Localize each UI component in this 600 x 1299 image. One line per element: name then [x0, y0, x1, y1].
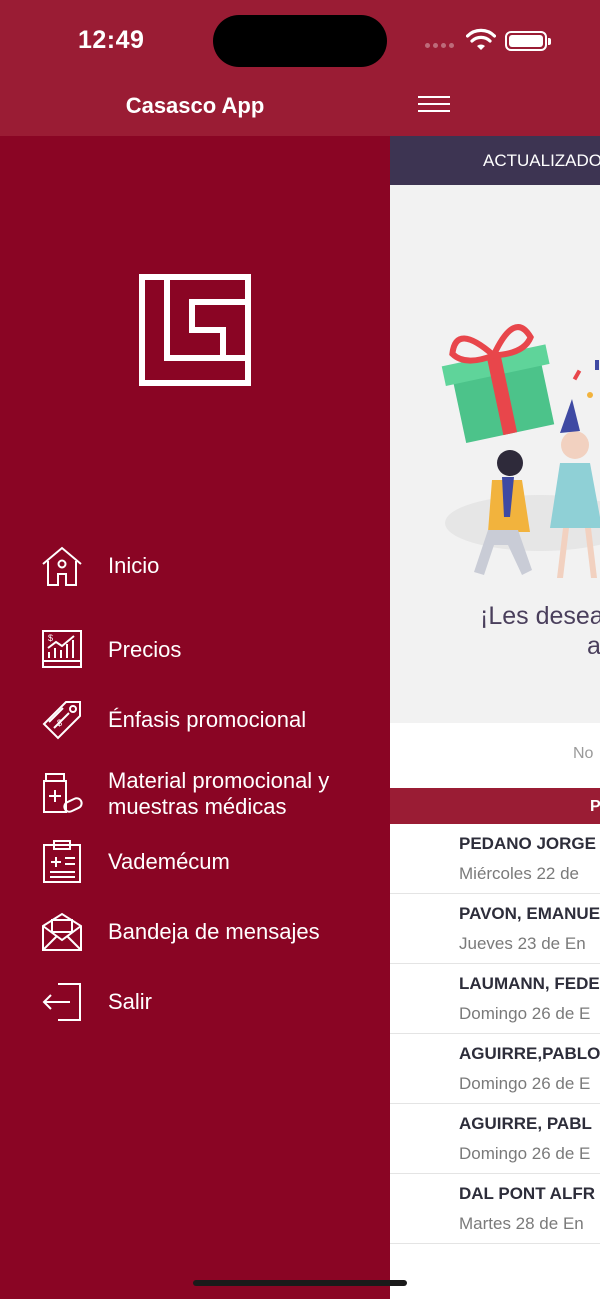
table-row[interactable]: LAUMANN, FEDE Domingo 26 de E [390, 964, 600, 1034]
drawer-item-precios[interactable]: $ Precios [40, 628, 380, 672]
birthdays-table-header: P [390, 788, 600, 824]
drawer-item-vademecum[interactable]: Vademécum [40, 840, 380, 884]
envelope-icon [42, 912, 82, 951]
drawer-item-label: Énfasis promocional [108, 707, 307, 732]
birthday-message-line2: a [587, 632, 600, 660]
drawer-item-inicio[interactable]: Inicio [40, 544, 380, 588]
birthday-message-line1: ¡Les desea [480, 602, 600, 630]
home-icon [42, 546, 82, 586]
price-chart-icon: $ [42, 630, 82, 668]
row-date: Domingo 26 de E [459, 1144, 591, 1163]
birthday-illustration [441, 324, 600, 578]
birthday-banner: ¡Les desea a [390, 185, 600, 723]
row-date: Jueves 23 de En [459, 934, 586, 953]
update-bar: ACTUALIZADO [390, 136, 600, 185]
hamburger-menu-icon[interactable] [418, 96, 450, 116]
row-name: AGUIRRE,PABLO [459, 1044, 600, 1063]
drawer-item-label: Precios [108, 637, 182, 662]
drawer-item-label: Salir [108, 989, 153, 1014]
navigation-drawer: Inicio $ Precios $ Énfasis promocional M… [0, 136, 390, 1299]
row-name: PEDANO JORGE [459, 834, 596, 853]
battery-icon [505, 31, 551, 51]
drawer-item-material-promocional[interactable]: Material promocional y muestras médicas [40, 768, 380, 820]
row-name: DAL PONT ALFR [459, 1184, 595, 1203]
birthday-note: No [573, 745, 594, 762]
svg-text:$: $ [48, 633, 53, 643]
status-time: 12:49 [78, 26, 145, 54]
row-name: LAUMANN, FEDE [459, 974, 600, 993]
table-row[interactable]: PAVON, EMANUE Jueves 23 de En [390, 894, 600, 964]
cellular-signal-icon [425, 43, 454, 48]
wifi-icon [466, 28, 496, 50]
drawer-item-salir[interactable]: Salir [40, 980, 380, 1024]
birthday-message: ¡Les desea a [480, 601, 600, 661]
status-bar: 12:49 [0, 0, 600, 82]
medicine-bottle-icon [43, 773, 83, 813]
drawer-item-enfasis-promocional[interactable]: $ Énfasis promocional [40, 698, 380, 742]
drawer-item-label: Material promocional y muestras médicas [108, 768, 330, 819]
row-name: PAVON, EMANUE [459, 904, 600, 923]
app-title: Casasco App [125, 93, 265, 118]
logout-icon [42, 983, 81, 1021]
drawer-item-label: Inicio [108, 553, 160, 578]
row-name: AGUIRRE, PABL [459, 1114, 592, 1133]
dynamic-island [213, 15, 387, 67]
table-row[interactable]: AGUIRRE,PABLO Domingo 26 de E [390, 1034, 600, 1104]
home-indicator[interactable] [193, 1280, 407, 1286]
table-row[interactable]: DAL PONT ALFR Martes 28 de En [390, 1174, 600, 1244]
table-row[interactable]: PEDANO JORGE Miércoles 22 de [390, 824, 600, 894]
casasco-logo-icon [139, 274, 251, 386]
drawer-item-label: Bandeja de mensajes [108, 919, 320, 944]
row-date: Martes 28 de En [459, 1214, 584, 1233]
drawer-item-label: Vademécum [108, 849, 230, 874]
drawer-item-bandeja-de-mensajes[interactable]: Bandeja de mensajes [40, 910, 380, 954]
clipboard-icon [43, 840, 81, 883]
row-date: Domingo 26 de E [459, 1074, 591, 1093]
svg-text:$: $ [57, 718, 62, 728]
row-date: Domingo 26 de E [459, 1004, 591, 1023]
price-tag-icon: $ [42, 701, 81, 740]
main-content: ACTUALIZADO ¡Les desea a No P PEDANO JOR… [390, 136, 600, 1299]
table-row[interactable]: AGUIRRE, PABL Domingo 26 de E [390, 1104, 600, 1174]
row-date: Miércoles 22 de [459, 864, 580, 883]
